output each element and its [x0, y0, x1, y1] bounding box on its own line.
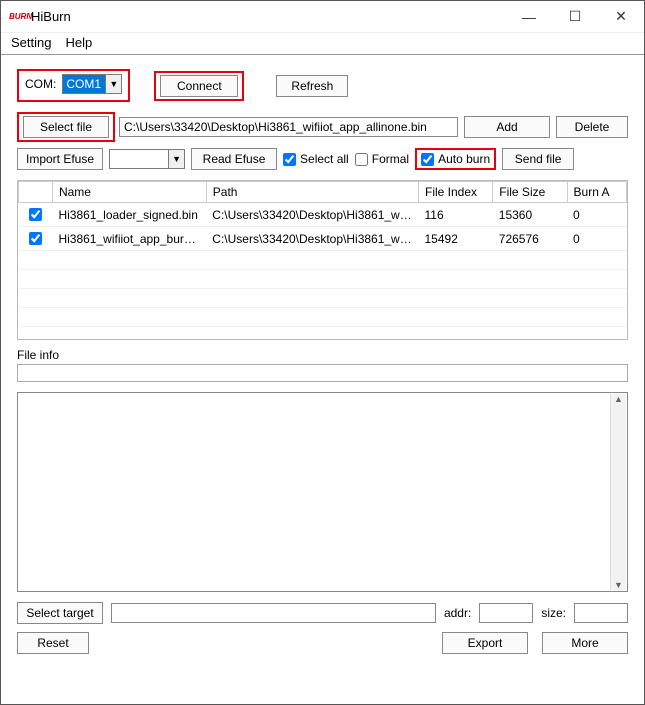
file-table: Name Path File Index File Size Burn A Hi… — [17, 180, 628, 340]
cell-index: 116 — [419, 203, 493, 227]
export-button[interactable]: Export — [442, 632, 528, 654]
cell-path: C:\Users\33420\Desktop\Hi3861_wifii... — [206, 227, 418, 251]
table-row[interactable]: Hi3861_loader_signed.bin C:\Users\33420\… — [19, 203, 627, 227]
com-port-combo[interactable]: ▼ — [62, 74, 122, 94]
formal-input[interactable] — [355, 153, 368, 166]
row-check[interactable] — [29, 232, 42, 245]
scroll-up-icon[interactable]: ▲ — [614, 394, 623, 404]
cell-burn: 0 — [567, 227, 626, 251]
select-all-checkbox[interactable]: Select all — [283, 152, 349, 166]
send-file-button[interactable]: Send file — [502, 148, 574, 170]
cell-size: 726576 — [493, 227, 567, 251]
import-efuse-button[interactable]: Import Efuse — [17, 148, 103, 170]
file-path-box[interactable]: C:\Users\33420\Desktop\Hi3861_wifiiot_ap… — [119, 117, 458, 137]
add-button[interactable]: Add — [464, 116, 550, 138]
table-row-empty: . — [19, 251, 627, 270]
auto-burn-label: Auto burn — [438, 152, 490, 166]
autoburn-highlight: Auto burn — [415, 148, 496, 170]
delete-button[interactable]: Delete — [556, 116, 628, 138]
scrollbar[interactable]: ▲ ▼ — [610, 394, 626, 590]
select-all-input[interactable] — [283, 153, 296, 166]
com-port-value[interactable] — [63, 75, 105, 93]
size-box[interactable] — [574, 603, 628, 623]
addr-box[interactable] — [479, 603, 533, 623]
cell-burn: 0 — [567, 203, 626, 227]
row-check[interactable] — [29, 208, 42, 221]
minimize-button[interactable]: — — [506, 2, 552, 32]
select-all-label: Select all — [300, 152, 349, 166]
cell-name: Hi3861_wifiiot_app_burn... — [52, 227, 206, 251]
table-row-empty: . — [19, 327, 627, 341]
connect-highlight: Connect — [154, 71, 244, 101]
com-highlight: COM: ▼ — [17, 69, 130, 102]
table-row-empty: . — [19, 289, 627, 308]
window-title: HiBurn — [31, 9, 71, 24]
connect-button[interactable]: Connect — [160, 75, 238, 97]
window-controls: — ☐ ✕ — [506, 2, 644, 32]
target-path-box[interactable] — [111, 603, 436, 623]
size-label: size: — [541, 606, 566, 620]
efuse-value[interactable] — [110, 150, 168, 168]
col-path[interactable]: Path — [206, 182, 418, 203]
cell-index: 15492 — [419, 227, 493, 251]
close-button[interactable]: ✕ — [598, 2, 644, 32]
menu-help[interactable]: Help — [65, 35, 92, 50]
com-label: COM: — [25, 77, 56, 91]
col-file-index[interactable]: File Index — [419, 182, 493, 203]
maximize-button[interactable]: ☐ — [552, 2, 598, 32]
cell-size: 15360 — [493, 203, 567, 227]
addr-label: addr: — [444, 606, 471, 620]
reset-button[interactable]: Reset — [17, 632, 89, 654]
titlebar: BURN HiBurn — ☐ ✕ — [1, 1, 644, 33]
app-window: BURN HiBurn — ☐ ✕ Setting Help COM: ▼ Co… — [0, 0, 645, 705]
file-select-row: Select file C:\Users\33420\Desktop\Hi386… — [17, 112, 628, 142]
more-button[interactable]: More — [542, 632, 628, 654]
options-row: Import Efuse ▼ Read Efuse Select all For… — [17, 148, 628, 170]
formal-checkbox[interactable]: Formal — [355, 152, 409, 166]
scroll-down-icon[interactable]: ▼ — [614, 580, 623, 590]
col-name[interactable]: Name — [52, 182, 206, 203]
log-textarea[interactable]: ▲ ▼ — [17, 392, 628, 592]
table-row-empty: . — [19, 308, 627, 327]
select-target-button[interactable]: Select target — [17, 602, 103, 624]
read-efuse-button[interactable]: Read Efuse — [191, 148, 277, 170]
col-checkbox[interactable] — [19, 182, 53, 203]
table-row-empty: . — [19, 270, 627, 289]
connection-row: COM: ▼ Connect Refresh — [17, 69, 628, 102]
chevron-down-icon[interactable]: ▼ — [105, 75, 121, 93]
select-file-highlight: Select file — [17, 112, 115, 142]
file-info-label: File info — [17, 348, 628, 362]
menu-setting[interactable]: Setting — [11, 35, 51, 50]
efuse-combo[interactable]: ▼ — [109, 149, 185, 169]
formal-label: Formal — [372, 152, 409, 166]
bottom-controls: Select target addr: size: Reset Export M… — [17, 602, 628, 654]
table-row[interactable]: Hi3861_wifiiot_app_burn... C:\Users\3342… — [19, 227, 627, 251]
col-burn-addr[interactable]: Burn A — [567, 182, 626, 203]
select-file-button[interactable]: Select file — [23, 116, 109, 138]
table-header-row: Name Path File Index File Size Burn A — [19, 182, 627, 203]
auto-burn-checkbox[interactable]: Auto burn — [421, 152, 490, 166]
menubar: Setting Help — [1, 33, 644, 55]
chevron-down-icon[interactable]: ▼ — [168, 150, 184, 168]
auto-burn-input[interactable] — [421, 153, 434, 166]
file-info-box[interactable] — [17, 364, 628, 382]
cell-name: Hi3861_loader_signed.bin — [52, 203, 206, 227]
cell-path: C:\Users\33420\Desktop\Hi3861_wifii... — [206, 203, 418, 227]
col-file-size[interactable]: File Size — [493, 182, 567, 203]
app-icon: BURN — [9, 9, 25, 25]
content-area: COM: ▼ Connect Refresh Select file C:\Us… — [1, 55, 644, 704]
refresh-button[interactable]: Refresh — [276, 75, 348, 97]
